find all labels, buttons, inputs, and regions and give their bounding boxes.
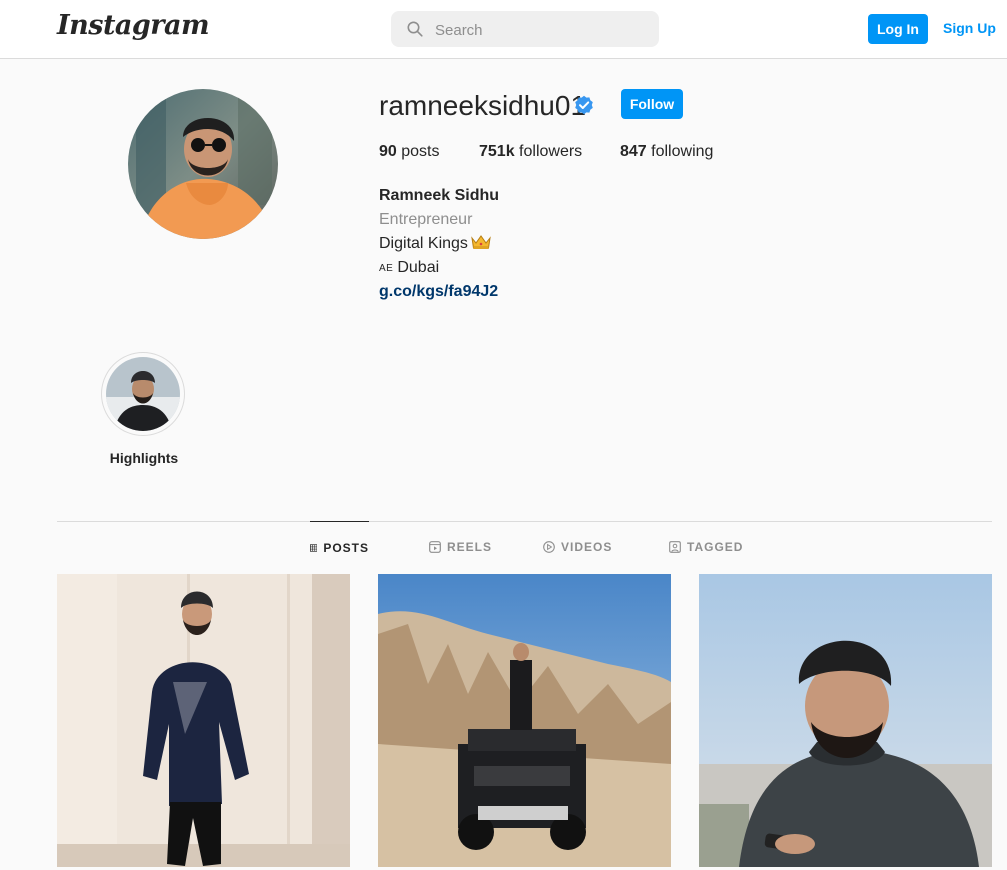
tab-tagged[interactable]: TAGGED <box>669 521 743 573</box>
top-navigation-bar: Instagram Log In Sign Up <box>0 0 1007 59</box>
followers-count-stat[interactable]: 751k followers <box>479 143 582 161</box>
tab-reels-label: REELS <box>447 540 493 554</box>
profile-avatar[interactable] <box>128 89 278 239</box>
posts-count-stat: 90 posts <box>379 143 440 161</box>
log-in-button[interactable]: Log In <box>868 14 928 44</box>
location-text: Dubai <box>397 259 440 276</box>
profile-category: Entrepreneur <box>379 211 473 228</box>
tab-posts[interactable]: POSTS <box>310 521 369 573</box>
search-icon <box>407 21 423 37</box>
post-image-jeep <box>378 574 671 867</box>
post-thumbnail[interactable] <box>57 574 350 867</box>
tab-posts-label: POSTS <box>323 540 369 555</box>
tab-videos-label: VIDEOS <box>561 540 613 554</box>
bio-text: Digital Kings <box>379 235 468 252</box>
tagged-icon <box>669 541 681 553</box>
reels-icon <box>429 541 441 553</box>
following-count-stat[interactable]: 847 following <box>620 143 713 161</box>
verified-badge-icon <box>575 95 593 115</box>
following-label: following <box>651 143 714 160</box>
profile-full-name: Ramneek Sidhu <box>379 187 500 204</box>
search-box[interactable] <box>391 11 659 49</box>
crown-icon <box>471 235 491 249</box>
follow-button[interactable]: Follow <box>621 89 683 119</box>
profile-photo <box>128 89 278 239</box>
story-highlight[interactable]: Highlights <box>101 352 187 472</box>
posts-label: posts <box>401 143 440 160</box>
sign-up-link[interactable]: Sign Up <box>943 20 996 36</box>
post-image-portrait <box>699 574 992 867</box>
tab-videos[interactable]: VIDEOS <box>543 521 612 573</box>
profile-username: ramneeksidhu01 <box>379 90 587 121</box>
instagram-logo[interactable]: Instagram <box>57 10 210 41</box>
play-icon <box>543 541 555 553</box>
followers-count: 751k <box>479 143 515 160</box>
highlight-label: Highlights <box>109 450 179 466</box>
profile-website-link[interactable]: g.co/kgs/fa94J2 <box>379 283 498 301</box>
tab-tagged-label: TAGGED <box>687 540 744 554</box>
search-input[interactable] <box>433 11 651 49</box>
following-count: 847 <box>620 143 647 160</box>
tabs-divider <box>57 521 992 522</box>
profile-bio-text: Digital Kings <box>379 235 491 253</box>
highlight-cover-image <box>106 357 180 431</box>
location-flag: AE <box>379 263 394 274</box>
followers-label: followers <box>519 143 583 160</box>
post-thumbnail[interactable] <box>699 574 992 867</box>
post-image-indoor <box>57 574 350 867</box>
grid-icon <box>310 543 318 552</box>
posts-count: 90 <box>379 143 397 160</box>
profile-location: AE Dubai <box>379 259 439 277</box>
post-thumbnail[interactable] <box>378 574 671 867</box>
tab-reels[interactable]: REELS <box>429 521 492 573</box>
